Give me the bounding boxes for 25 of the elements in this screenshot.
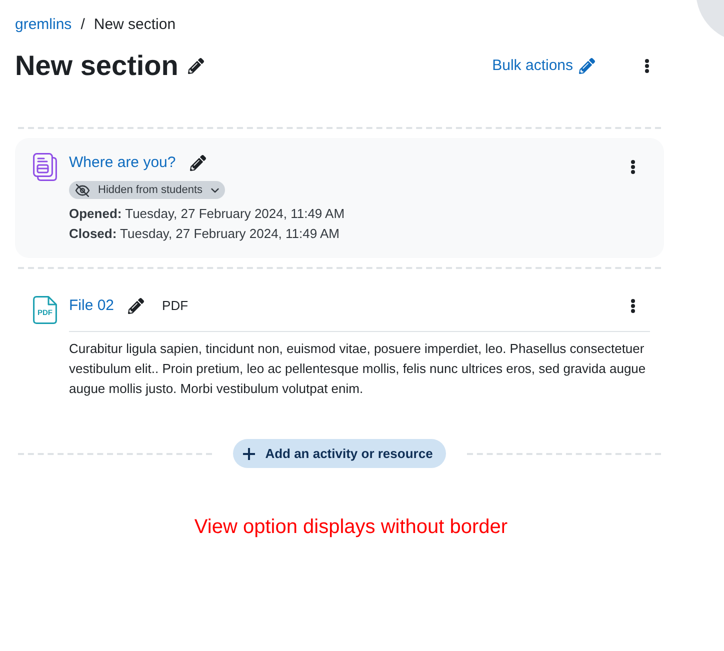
breadcrumb-current: New section (94, 15, 176, 35)
date-line: Closed: Tuesday, 27 February 2024, 11:49 AM (69, 225, 340, 243)
chevron-down-icon (210, 188, 219, 192)
activity-link[interactable]: Where are you? (69, 153, 176, 173)
annotation-text: View option displays without border (194, 515, 508, 539)
visibility-dropdown[interactable]: Hidden from students (69, 181, 225, 199)
pencil-icon[interactable] (190, 155, 206, 171)
assignment-icon (33, 153, 57, 181)
activity-link[interactable]: File 02 (69, 296, 114, 316)
pencil-icon[interactable] (188, 58, 204, 74)
add-activity-button[interactable]: Add an activity or resource (233, 439, 446, 468)
section-title: New section (15, 49, 178, 83)
more-options-icon[interactable] (645, 59, 649, 73)
date-line: Opened: Tuesday, 27 February 2024, 11:49 AM (69, 205, 345, 223)
breadcrumb-separator: / (80, 15, 85, 35)
activity-description: Curabitur ligula sapien, tincidunt non, euismod vitae, posuere imperdiet, leo. Phasellus consectetuer vestibulum elit.. Proin pretium, leo ac pellentesque mollis, felis nunc ultrices eros, sed gravida augue augue mollis justo. Morbi vestibulum volutpat enim. (69, 340, 647, 398)
bulk-actions-button[interactable]: Bulk actions (492, 56, 595, 76)
pencil-icon[interactable] (128, 298, 144, 314)
breadcrumb-link[interactable]: gremlins (15, 15, 72, 35)
plus-icon (243, 448, 256, 460)
file-type-label: PDF (162, 297, 188, 315)
more-options-icon[interactable] (631, 299, 635, 313)
pencil-icon (579, 58, 595, 74)
more-options-icon[interactable] (631, 160, 635, 174)
eye-off-icon (75, 184, 90, 196)
